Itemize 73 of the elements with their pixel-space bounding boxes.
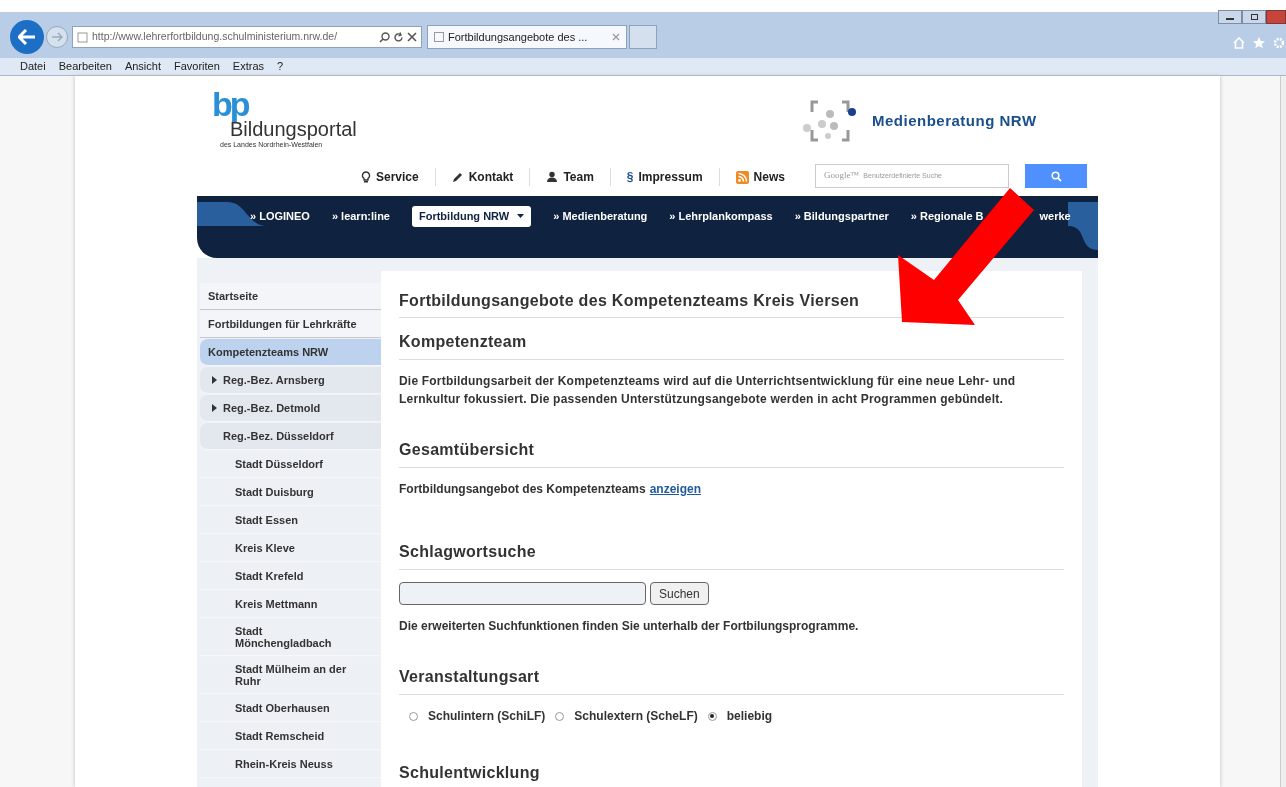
radio-label: Schulintern (SchiLF)	[428, 708, 546, 725]
home-icon[interactable]	[1232, 36, 1246, 50]
star-icon[interactable]	[1252, 36, 1266, 50]
page-title: Fortbildungsangebote des Kompetenzteams Kreis Viersen	[399, 291, 861, 311]
refresh-icon[interactable]	[393, 31, 404, 43]
menu-item[interactable]: Ansicht	[124, 58, 161, 75]
back-button[interactable]	[10, 20, 44, 54]
section-heading: Veranstaltungsart	[399, 667, 541, 687]
sidebar-item[interactable]: Kompetenzteams NRW	[200, 339, 381, 366]
menu-item[interactable]: Favoriten	[174, 58, 220, 75]
keyword-field[interactable]	[399, 582, 646, 605]
nav-link[interactable]: » learn:line	[331, 208, 390, 225]
section-heading: Gesamtübersicht	[399, 440, 536, 460]
nav-link[interactable]: » Medienberatung	[553, 208, 648, 225]
search-button[interactable]	[1025, 164, 1087, 188]
settings-icon[interactable]	[1272, 36, 1284, 50]
partner-logo-text: Medienberatung NRW	[872, 110, 1037, 131]
restore-button[interactable]	[1242, 10, 1266, 24]
hint-text: Die erweiterten Suchfunktionen finden Sie unterhalb der Fortbilungsprogramme.	[399, 618, 860, 635]
menu-item[interactable]: Bearbeiten	[58, 58, 112, 75]
section-heading: Kompetenzteam	[399, 332, 528, 352]
radio-button[interactable]	[707, 711, 717, 721]
page-icon	[77, 31, 88, 43]
search-icon	[1050, 170, 1062, 182]
close-icon[interactable]	[407, 31, 417, 42]
section-heading: Schulentwicklung	[399, 763, 541, 783]
nav-link[interactable]: » Lehrplankompass	[669, 208, 773, 225]
expand-arrow-icon	[212, 404, 217, 412]
scrollbar[interactable]	[1280, 76, 1286, 787]
sidebar-item[interactable]: Startseite	[200, 283, 381, 310]
sidebar-item[interactable]: Reg.-Bez. Detmold	[200, 395, 381, 422]
menu-item[interactable]: ?	[277, 58, 284, 75]
bulb-icon	[361, 171, 371, 183]
radio-label: beliebig	[726, 708, 773, 725]
sidebar-item[interactable]: Reg.-Bez. Arnsberg	[200, 367, 381, 394]
nav-link[interactable]: » Regionale B	[910, 208, 984, 225]
nav-link[interactable]: » LOGINEO	[250, 208, 310, 225]
caret-icon	[517, 214, 525, 219]
arrow-left-icon	[18, 29, 36, 45]
header-link[interactable]: Kontakt	[468, 168, 514, 186]
radio-button[interactable]	[555, 711, 565, 721]
page-icon	[434, 32, 444, 42]
paragraph: Die Fortbildungsarbeit der Kompetenzteams wird auf die Unterrichtsentwicklung für eine neue Lehr- und Lernkultur fokussiert. Die passenden Unterstützungsangebote werden in acht Programmen gebündelt.	[399, 373, 1017, 408]
show-link[interactable]: anzeigen	[649, 480, 702, 498]
nav-link[interactable]: » Bildungspartner	[794, 208, 889, 225]
header-link[interactable]: Impressum	[638, 168, 703, 186]
search-button[interactable]: Suchen	[650, 582, 709, 605]
rss-icon	[735, 170, 749, 184]
person-icon	[546, 171, 559, 183]
paragraph: Fortbildungsangebot des Kompetenzteams	[399, 481, 646, 498]
arrow-right-icon	[51, 32, 63, 42]
radio-button[interactable]	[409, 711, 418, 721]
browser-tab[interactable]: Fortbildungsangebote des ...	[427, 25, 627, 49]
header-link[interactable]: Team	[563, 168, 594, 186]
address-bar[interactable]: http://www.lehrerfortbildung.schulministerium.nrw.de/	[72, 26, 422, 48]
pencil-icon	[451, 171, 464, 183]
search-icon[interactable]	[379, 31, 390, 43]
menu-item[interactable]: Extras	[232, 58, 265, 75]
dots-logo-icon	[802, 98, 858, 144]
paragraph-icon: §	[626, 168, 634, 186]
sidebar-item[interactable]: Fortbildungen für Lehrkräfte	[200, 311, 381, 338]
radio-label: Schulextern (ScheLF)	[574, 708, 698, 725]
header-link[interactable]: Service	[376, 168, 419, 186]
menu-item[interactable]: Datei	[20, 58, 46, 75]
new-tab-button[interactable]	[629, 25, 657, 49]
expand-arrow-icon	[212, 376, 217, 384]
minimize-button[interactable]	[1218, 10, 1242, 24]
nav-link[interactable]: Fortbildung NRW	[412, 206, 532, 227]
nav-link-fragment[interactable]: werke	[1039, 208, 1071, 225]
header-link[interactable]: News	[753, 168, 785, 186]
sidebar-item[interactable]: Reg.-Bez. Düsseldorf	[200, 423, 381, 450]
section-heading: Schlagwortsuche	[399, 542, 537, 562]
forward-button[interactable]	[46, 26, 68, 48]
